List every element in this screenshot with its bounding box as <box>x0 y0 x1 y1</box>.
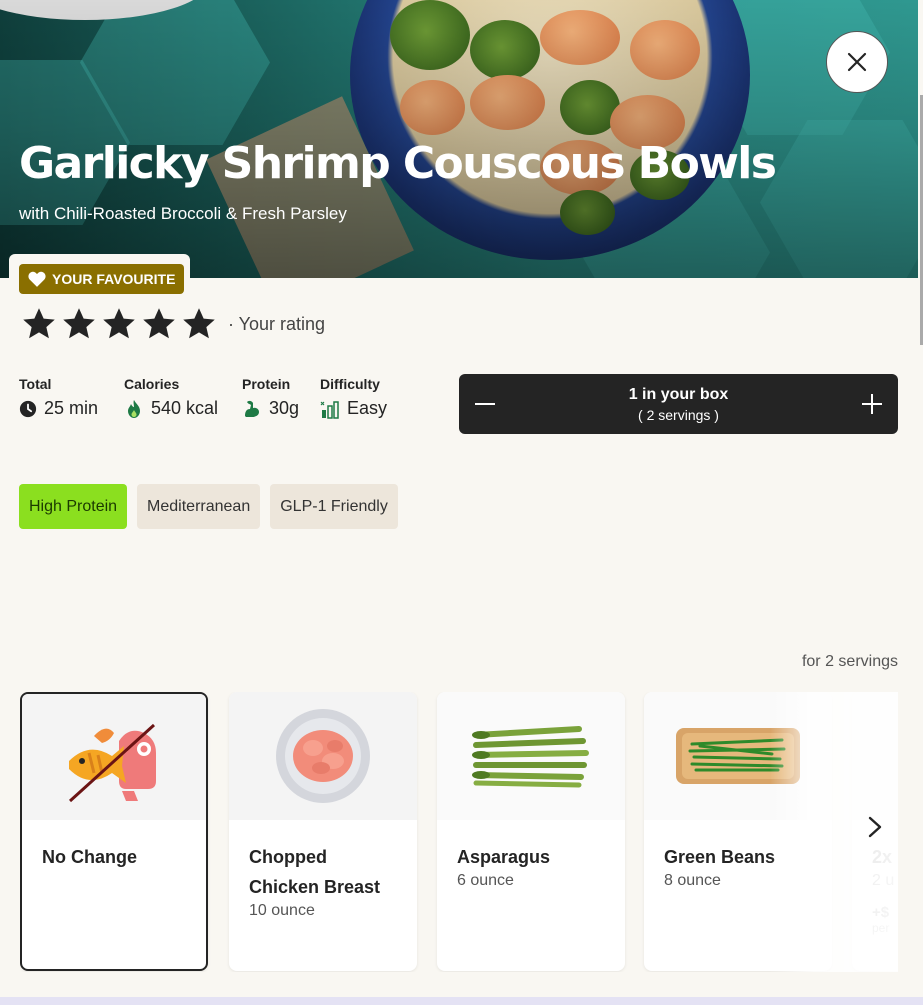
star-icon[interactable] <box>140 306 178 342</box>
minus-icon <box>475 403 495 405</box>
carousel-next-button[interactable] <box>860 813 890 841</box>
stat-label: Calories <box>124 376 180 392</box>
tag-high-protein: High Protein <box>19 484 128 529</box>
stat-value: 540 kcal <box>151 398 219 418</box>
box-count-label: 1 in your box <box>628 385 729 403</box>
difficulty-icon <box>320 400 339 419</box>
star-icon[interactable] <box>20 306 58 342</box>
tag-mediterranean: Mediterranean <box>137 484 261 529</box>
stat-protein: Protein 30g <box>242 376 320 419</box>
card-quantity: 10 ounce <box>249 902 315 919</box>
stat-difficulty: Difficulty Easy <box>320 376 430 419</box>
heart-icon <box>28 271 46 287</box>
tag-glp1-friendly: GLP-1 Friendly <box>270 484 398 529</box>
rating-label: · Your rating <box>228 313 326 334</box>
customize-card-chicken[interactable]: Chopped Chicken Breast 10 ounce <box>229 692 417 971</box>
card-quantity: 6 ounce <box>457 872 514 889</box>
chicken-image <box>276 709 370 803</box>
stat-value: Easy <box>347 398 388 418</box>
clock-icon <box>19 400 37 417</box>
recipe-title: Garlicky Shrimp Couscous Bowls <box>19 138 777 189</box>
rating: · Your rating <box>20 306 325 342</box>
decrease-button[interactable] <box>471 390 499 418</box>
muscle-icon <box>245 400 259 417</box>
card-name: Asparagus <box>457 847 551 867</box>
card-name: Chopped Chicken Breast <box>249 847 381 897</box>
stat-label: Protein <box>242 376 291 392</box>
recipe-stats: Total 25 min Calories 540 kcal Protein 3… <box>19 376 430 419</box>
star-icon[interactable] <box>60 306 98 342</box>
chevron-right-icon <box>868 816 882 838</box>
customize-card-asparagus[interactable]: Asparagus 6 ounce <box>437 692 625 971</box>
favourite-badge: YOUR FAVOURITE <box>19 264 185 294</box>
flame-icon <box>128 399 140 418</box>
asparagus-image <box>472 726 589 788</box>
close-icon <box>847 52 867 72</box>
stat-label: Total <box>19 376 52 392</box>
close-button[interactable] <box>826 31 888 93</box>
customize-carousel: No Change Chopped Chicken Breast 10 ounc… <box>20 692 898 972</box>
stat-label: Difficulty <box>320 376 380 392</box>
no-change-icon <box>68 723 156 803</box>
stat-value: 30g <box>269 398 300 418</box>
box-servings-label: ( 2 servings ) <box>638 406 719 423</box>
customize-card-no-change[interactable]: No Change <box>20 692 208 971</box>
stat-value: 25 min <box>44 398 99 418</box>
star-icon[interactable] <box>180 306 218 342</box>
stat-total: Total 25 min <box>19 376 124 419</box>
hero-image: Garlicky Shrimp Couscous Bowls with Chil… <box>0 0 918 278</box>
increase-button[interactable] <box>858 390 886 418</box>
favourite-label: YOUR FAVOURITE <box>52 271 176 287</box>
star-icon[interactable] <box>100 306 138 342</box>
box-quantity-control: 1 in your box ( 2 servings ) <box>459 374 898 434</box>
stat-calories: Calories 540 kcal <box>124 376 242 419</box>
recipe-subtitle: with Chili-Roasted Broccoli & Fresh Pars… <box>19 204 347 223</box>
servings-note: for 2 servings <box>801 653 898 670</box>
recipe-tags: High Protein Mediterranean GLP-1 Friendl… <box>19 484 398 529</box>
card-name: No Change <box>42 847 138 867</box>
plus-icon <box>861 394 882 414</box>
